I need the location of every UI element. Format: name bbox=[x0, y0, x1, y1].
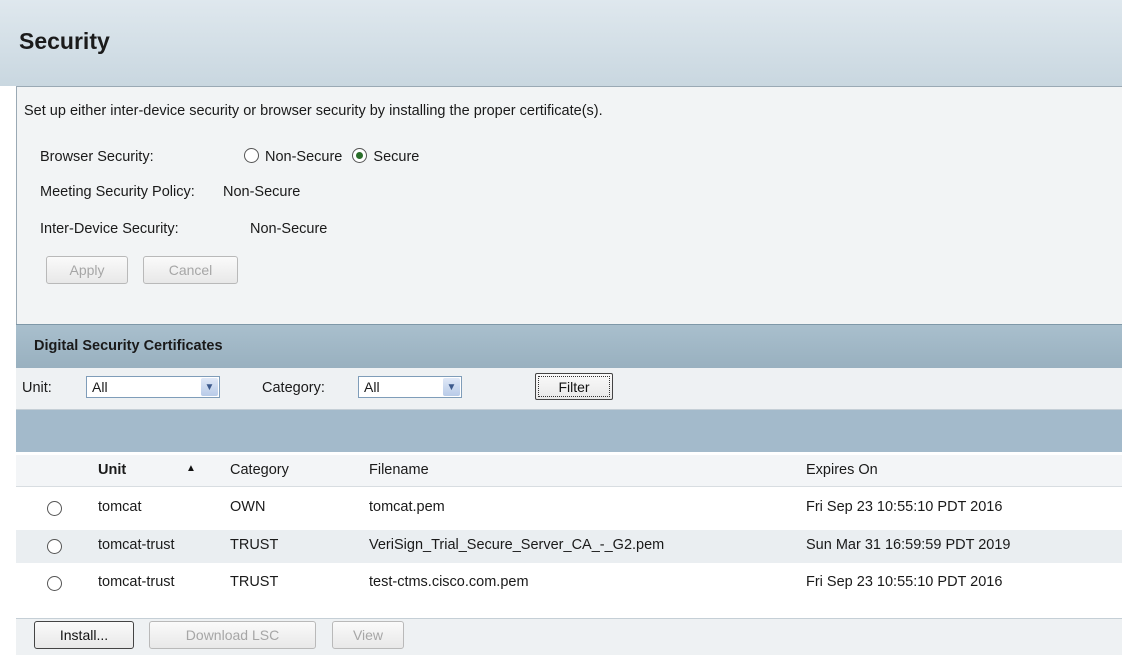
column-header-unit[interactable]: Unit bbox=[98, 462, 126, 478]
view-button[interactable]: View bbox=[332, 621, 404, 649]
row-select-radio[interactable] bbox=[47, 539, 62, 554]
intro-text: Set up either inter-device security or b… bbox=[24, 103, 603, 119]
cell-filename: VeriSign_Trial_Secure_Server_CA_-_G2.pem bbox=[369, 537, 665, 553]
column-header-expires[interactable]: Expires On bbox=[806, 462, 878, 478]
certificates-section-title: Digital Security Certificates bbox=[34, 338, 223, 354]
sort-ascending-icon[interactable]: ▲ bbox=[186, 463, 196, 474]
chevron-down-icon[interactable]: ▼ bbox=[443, 378, 460, 396]
unit-filter-value: All bbox=[92, 379, 108, 395]
category-filter-select[interactable]: All ▼ bbox=[358, 376, 462, 398]
cell-unit: tomcat-trust bbox=[98, 574, 175, 590]
unit-filter-select[interactable]: All ▼ bbox=[86, 376, 220, 398]
category-filter-label: Category: bbox=[262, 380, 325, 396]
cell-expires: Fri Sep 23 10:55:10 PDT 2016 bbox=[806, 574, 1003, 590]
apply-button[interactable]: Apply bbox=[46, 256, 128, 284]
filter-button[interactable]: Filter bbox=[535, 373, 613, 400]
meeting-policy-label: Meeting Security Policy: bbox=[40, 184, 195, 200]
column-header-filename[interactable]: Filename bbox=[369, 462, 429, 478]
page-title: Security bbox=[19, 28, 110, 54]
browser-security-radio-group: Non-Secure Secure bbox=[244, 148, 425, 165]
download-lsc-button[interactable]: Download LSC bbox=[149, 621, 316, 649]
certificates-section-header: Digital Security Certificates bbox=[16, 324, 1122, 369]
cancel-button[interactable]: Cancel bbox=[143, 256, 238, 284]
column-header-category[interactable]: Category bbox=[230, 462, 289, 478]
install-button[interactable]: Install... bbox=[34, 621, 134, 649]
non-secure-radio[interactable] bbox=[244, 148, 259, 163]
inter-device-value: Non-Secure bbox=[250, 221, 328, 237]
row-select-radio[interactable] bbox=[47, 576, 62, 591]
browser-security-label: Browser Security: bbox=[40, 149, 154, 165]
cell-unit: tomcat-trust bbox=[98, 537, 175, 553]
category-filter-value: All bbox=[364, 379, 380, 395]
cell-category: TRUST bbox=[230, 537, 279, 553]
table-header-row bbox=[16, 455, 1122, 487]
row-select-radio[interactable] bbox=[47, 501, 62, 516]
page-header: Security bbox=[0, 0, 1122, 86]
cell-filename: tomcat.pem bbox=[369, 499, 445, 515]
cell-unit: tomcat bbox=[98, 499, 142, 515]
cell-expires: Sun Mar 31 16:59:59 PDT 2019 bbox=[806, 537, 1011, 553]
secure-radio-label[interactable]: Secure bbox=[373, 149, 419, 165]
secure-radio[interactable] bbox=[352, 148, 368, 163]
meeting-policy-value: Non-Secure bbox=[223, 184, 301, 200]
cell-expires: Fri Sep 23 10:55:10 PDT 2016 bbox=[806, 499, 1003, 515]
unit-filter-label: Unit: bbox=[22, 380, 52, 396]
cell-category: TRUST bbox=[230, 574, 279, 590]
non-secure-radio-label[interactable]: Non-Secure bbox=[265, 149, 342, 165]
cell-category: OWN bbox=[230, 499, 266, 515]
table-toolbar-band bbox=[16, 410, 1122, 452]
chevron-down-icon[interactable]: ▼ bbox=[201, 378, 218, 396]
inter-device-label: Inter-Device Security: bbox=[40, 221, 179, 237]
cell-filename: test-ctms.cisco.com.pem bbox=[369, 574, 529, 590]
